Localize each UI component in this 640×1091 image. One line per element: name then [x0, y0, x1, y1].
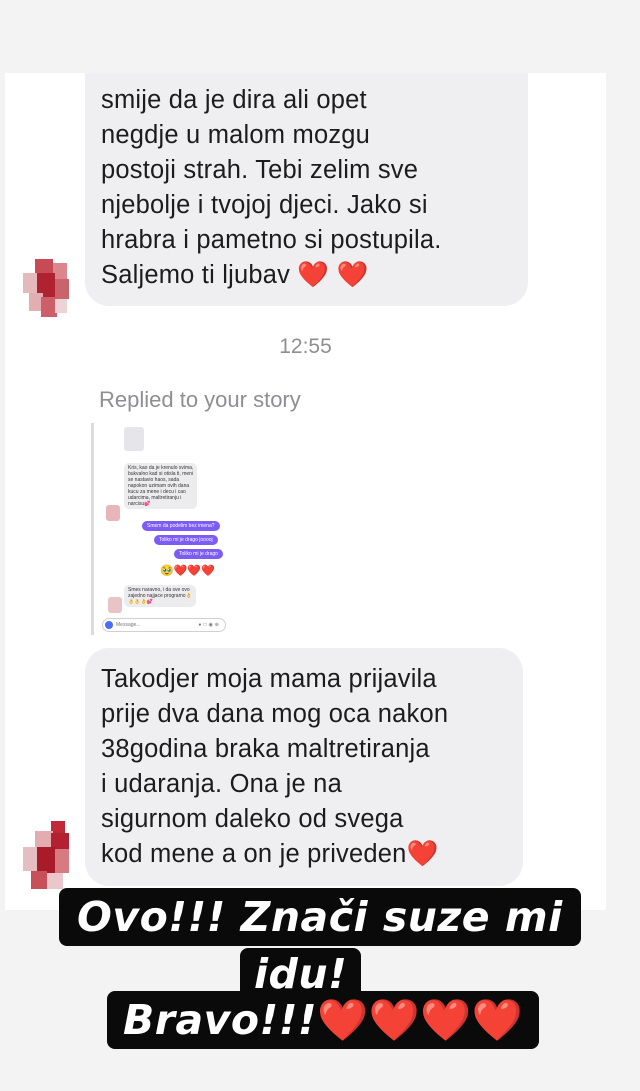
- avatar-blurred[interactable]: [21, 259, 73, 329]
- story-incoming-message: Kris, kao da je krenulo svima, bukvalno …: [124, 463, 198, 509]
- avatar-blurred[interactable]: [21, 821, 73, 891]
- message-text: Takodjer moja mama prijavila prije dva d…: [101, 665, 449, 868]
- message-bubble-incoming[interactable]: Takodjer moja mama prijavila prije dva d…: [85, 648, 523, 886]
- message-text: smije da je dira ali opet negdje u malom…: [101, 86, 442, 289]
- message-bubble-incoming[interactable]: smije da je dira ali opet negdje u malom…: [85, 73, 528, 306]
- story-thumbnail: [124, 427, 144, 451]
- timestamp: 12:55: [279, 335, 332, 358]
- story-message-placeholder: Message...: [116, 622, 141, 628]
- story-outgoing-message: Toliko mi je drago: [174, 549, 223, 559]
- caption-line-3: Bravo!!!❤️❤️❤️❤️: [107, 991, 540, 1049]
- camera-icon: [105, 620, 113, 629]
- caption-hearts: ❤️❤️❤️❤️: [317, 996, 524, 1044]
- story-reaction: 🥹❤️❤️❤️: [160, 565, 215, 577]
- story-avatar: [106, 505, 120, 521]
- caption-bravo-text: Bravo!!!: [123, 996, 318, 1044]
- replied-to-story-label: Replied to your story: [99, 387, 301, 412]
- composer-icons: ●□◉⊕: [198, 622, 221, 628]
- chat-screen: smije da je dira ali opet negdje u malom…: [5, 73, 606, 910]
- story-outgoing-message: Smem da podelim bez imena?: [142, 521, 220, 531]
- story-reply-preview[interactable]: Kris, kao da je krenulo svima, bukvalno …: [91, 423, 230, 635]
- story-outgoing-message: Toliko mi je drago jooooj: [154, 535, 218, 545]
- story-avatar: [108, 597, 122, 613]
- story-incoming-message: Smes naravno, i da sve ovo zajedno najja…: [124, 585, 196, 607]
- caption-line-1: Ovo!!! Znači suze mi: [59, 888, 581, 946]
- story-message-bar: Message... ●□◉⊕: [102, 618, 226, 632]
